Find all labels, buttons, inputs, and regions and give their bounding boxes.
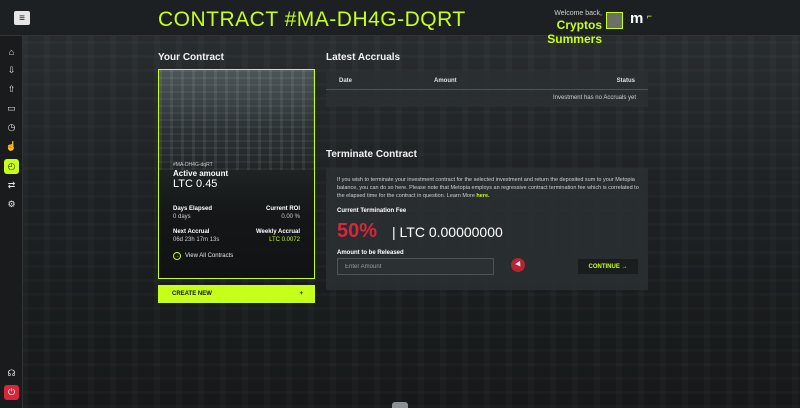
view-all-contracts-label: View All Contracts [185,253,234,259]
amount-to-release-label: Amount to be Released [337,250,404,256]
active-amount-value: LTC 0.45 [173,178,218,190]
transfer-icon: ⇄ [7,180,16,190]
gear-icon: ⚙ [7,199,16,209]
arrow-circle-icon: → [173,252,181,260]
your-contract-heading: Your Contract [158,52,224,63]
days-elapsed-value: 0 days [173,214,191,220]
sidebar-item-support[interactable]: ☊ [4,366,19,381]
sidebar-item-home[interactable]: ⌂ [4,44,19,59]
sidebar-item-likes[interactable]: ☝ [4,139,19,154]
termination-fee-label: Current Termination Fee [337,208,407,214]
contract-id: #MA-DH4G-dqRT [173,162,213,168]
plus-icon: + [299,291,303,297]
terminate-contract-heading: Terminate Contract [326,149,417,160]
sidebar-item-settings[interactable]: ⚙ [4,197,19,212]
mouse-cursor-icon [511,258,525,272]
accruals-table: Date Amount Status Investment has no Acc… [326,71,648,107]
learn-more-link[interactable]: here. [476,193,489,199]
weekly-accrual-label: Weekly Accrual [255,229,300,235]
next-accrual-label: Next Accrual [173,229,210,235]
thumbs-up-icon: ☝ [5,141,18,151]
continue-label: CONTINUE → [588,263,628,270]
create-new-button[interactable]: CREATE NEW + [158,285,315,303]
sidebar: ⌂ ⇩ ⇧ ▭ ◷ ☝ ◴ ⇄ ⚙ ☊ ⏻ [0,36,23,408]
logo-accent-icon: ⌐ [646,11,652,21]
terminate-description: If you wish to terminate your investment… [337,176,639,200]
sidebar-item-history[interactable]: ◷ [4,120,19,135]
sidebar-item-download[interactable]: ⇩ [4,63,19,78]
current-roi-label: Current ROI [265,206,300,212]
contract-card: #MA-DH4G-dqRT Active amount LTC 0.45 Day… [158,69,315,279]
terminate-contract-panel: If you wish to terminate your investment… [326,168,648,290]
metopia-logo[interactable]: m ⌐ [630,10,652,28]
next-accrual-value: 06d 23h 17m 13s [173,237,220,243]
sidebar-item-transfer[interactable]: ⇄ [4,178,19,193]
active-amount-label: Active amount [173,169,229,178]
view-all-contracts-link[interactable]: → View All Contracts [173,252,233,260]
amount-input[interactable] [337,258,494,275]
days-elapsed-label: Days Elapsed [173,206,213,212]
table-divider [326,89,648,90]
home-icon: ⌂ [8,46,15,57]
contract-card-image [159,70,314,170]
sidebar-item-contracts[interactable]: ◴ [4,159,19,174]
sidebar-item-folder[interactable]: ▭ [4,101,19,116]
latest-accruals-heading: Latest Accruals [326,52,401,63]
username[interactable]: Cryptos Summers [500,18,602,46]
avatar[interactable] [606,12,623,29]
download-icon: ⇩ [7,65,16,75]
weekly-accrual-value: LTC 0.0072 [269,237,300,243]
current-roi-value: 0.00 % [281,214,300,220]
logo-letter: m [630,10,644,27]
column-header-amount: Amount [434,78,457,84]
contract-icon: ◴ [7,161,16,171]
column-header-status: Status [616,78,635,84]
user-greeting: Welcome back, Cryptos Summers [500,10,602,46]
empty-accruals-message: Investment has no Accruals yet [552,95,636,101]
bottom-drawer-handle[interactable] [392,402,408,408]
continue-button[interactable]: CONTINUE → [578,259,638,274]
welcome-text: Welcome back, [554,10,602,17]
page-title: CONTRACT #MA-DH4G-DQRT [158,8,466,31]
headset-icon: ☊ [7,368,16,378]
sidebar-item-logout[interactable]: ⏻ [4,385,19,400]
termination-fee-percent: 50% [337,220,378,242]
top-bar: ≡ CONTRACT #MA-DH4G-DQRT Welcome back, C… [0,0,800,46]
upload-icon: ⇧ [7,84,16,94]
folder-icon: ▭ [7,103,16,113]
create-new-label: CREATE NEW [172,291,212,297]
sidebar-item-upload[interactable]: ⇧ [4,82,19,97]
menu-toggle-icon[interactable]: ≡ [14,11,30,25]
termination-fee-amount: | LTC 0.00000000 [392,224,503,240]
column-header-date: Date [339,78,353,84]
clock-icon: ◷ [7,122,16,132]
power-icon: ⏻ [7,387,16,397]
